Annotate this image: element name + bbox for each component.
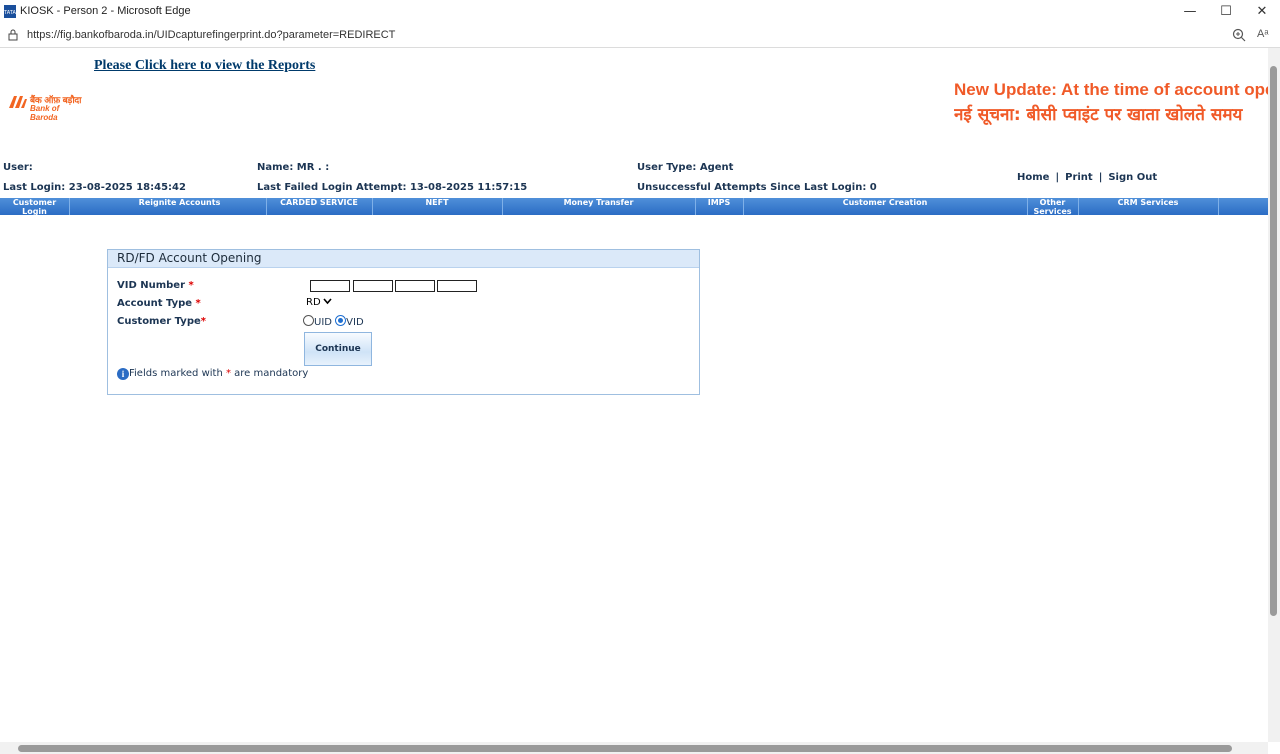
required-mark: * [188, 280, 194, 291]
mandatory-note-suffix: are mandatory [234, 368, 309, 379]
vid-input-4[interactable] [437, 280, 477, 292]
menu-neft[interactable]: NEFT [372, 198, 503, 215]
window-title: KIOSK - Person 2 - Microsoft Edge [20, 5, 191, 17]
url-field[interactable]: https://fig.bankofbaroda.in/UIDcapturefi… [27, 29, 395, 41]
bank-of-baroda-logo: बैंक ऑफ़ बड़ौदा Bank of Baroda [8, 93, 83, 122]
customer-type-radios: UID VID [303, 315, 364, 328]
close-button[interactable]: ✕ [1244, 0, 1280, 24]
vid-radio[interactable] [335, 315, 347, 326]
form-title: RD/FD Account Opening [108, 250, 699, 268]
horizontal-scrollbar[interactable] [0, 742, 1268, 754]
last-login: Last Login: 23-08-2025 18:45:42 [3, 182, 186, 193]
menu-money-transfer[interactable]: Money Transfer [502, 198, 696, 215]
rd-fd-form-panel: RD/FD Account Opening VID Number * Accou… [107, 249, 700, 395]
vid-input-3[interactable] [395, 280, 435, 292]
menu-customer-login[interactable]: Customer Login [0, 198, 70, 216]
address-bar: https://fig.bankofbaroda.in/UIDcapturefi… [0, 24, 1280, 48]
continue-button[interactable]: Continue [304, 332, 372, 366]
mandatory-note: i Fields marked with * are mandatory [117, 368, 308, 380]
maximize-button[interactable]: ☐ [1208, 0, 1244, 24]
svg-text:TATA: TATA [4, 10, 16, 16]
logo-english-text: Bank of Baroda [30, 104, 60, 122]
required-mark: * [225, 368, 231, 379]
marquee-english: New Update: At the time of account ope [954, 80, 1268, 99]
chevron-down-icon [323, 298, 332, 305]
home-link[interactable]: Home [1017, 172, 1049, 183]
vid-input-1[interactable] [310, 280, 350, 292]
horizontal-scroll-thumb[interactable] [18, 745, 1232, 752]
user-type: User Type: Agent [637, 162, 734, 173]
menu-crm-services[interactable]: CRM Services [1078, 198, 1219, 215]
menu-other-services[interactable]: Other Services [1027, 198, 1079, 216]
page-content: Please Click here to view the Reports बै… [0, 48, 1268, 742]
unsuccessful-attempts: Unsuccessful Attempts Since Last Login: … [637, 182, 877, 193]
account-type-label-text: Account Type [117, 298, 193, 309]
print-link[interactable]: Print [1065, 172, 1093, 183]
last-failed-login: Last Failed Login Attempt: 13-08-2025 11… [257, 182, 528, 193]
tata-logo-icon: TATA [4, 5, 16, 18]
customer-type-label: Customer Type* [117, 316, 206, 327]
account-type-value: RD [306, 297, 321, 308]
info-icon: i [117, 368, 129, 380]
link-separator: | [1055, 172, 1060, 183]
sign-out-link[interactable]: Sign Out [1108, 172, 1157, 183]
uid-radio-label: UID [314, 317, 332, 328]
menu-reignite-accounts[interactable]: Reignite Accounts [93, 198, 267, 215]
vid-number-label-text: VID Number [117, 280, 186, 291]
link-separator: | [1098, 172, 1103, 183]
marquee-hindi: नई सूचना: बीसी प्वाइंट पर खाता खोलते समय [954, 105, 1243, 125]
customer-type-label-text: Customer Type [117, 316, 201, 327]
uid-radio[interactable] [303, 315, 314, 326]
reports-link[interactable]: Please Click here to view the Reports [94, 58, 315, 74]
top-links: Home | Print | Sign Out [1017, 172, 1157, 183]
user-label: User: [3, 162, 33, 173]
window-title-bar: TATA KIOSK - Person 2 - Microsoft Edge —… [0, 0, 1280, 24]
vid-radio-label: VID [346, 317, 364, 328]
main-menu: Customer Login Reignite Accounts CARDED … [0, 198, 1268, 216]
user-name: Name: MR . : [257, 162, 330, 173]
mandatory-note-prefix: Fields marked with [129, 368, 223, 379]
menu-carded-service[interactable]: CARDED SERVICE [266, 198, 373, 215]
lock-icon [8, 29, 18, 41]
required-mark: * [200, 316, 207, 327]
vid-number-label: VID Number * [117, 280, 194, 291]
required-mark: * [195, 298, 201, 309]
minimize-button[interactable]: — [1172, 0, 1208, 24]
vertical-scroll-thumb[interactable] [1270, 66, 1277, 616]
read-aloud-icon[interactable]: Aᵃ [1257, 28, 1268, 40]
zoom-icon[interactable] [1232, 28, 1247, 43]
menu-imps[interactable]: IMPS [695, 198, 744, 215]
vertical-scrollbar[interactable] [1268, 48, 1280, 742]
account-type-select[interactable]: RD [306, 297, 332, 308]
news-marquee: New Update: At the time of account ope न… [954, 78, 1268, 128]
vid-input-2[interactable] [353, 280, 393, 292]
bob-logo-icon [9, 96, 27, 108]
account-type-label: Account Type * [117, 298, 201, 309]
menu-customer-creation[interactable]: Customer Creation [743, 198, 1028, 215]
